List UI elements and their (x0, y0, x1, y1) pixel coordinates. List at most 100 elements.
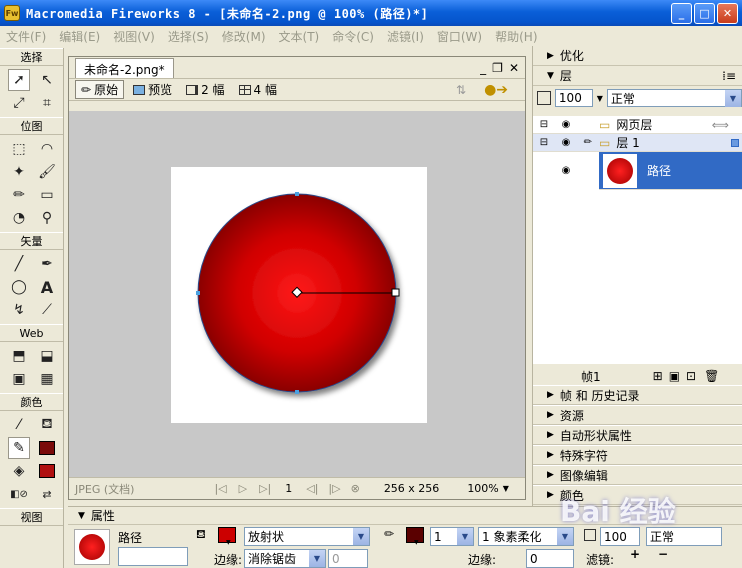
menu-select[interactable]: 选择(S) (168, 28, 209, 45)
optimize-panel-header[interactable]: ▶ 优化 (533, 46, 742, 66)
knife-tool-icon[interactable]: ⟋ (36, 299, 58, 321)
maximize-button[interactable]: □ (694, 3, 715, 24)
next-frame-icon[interactable]: |▷ (328, 482, 340, 495)
stroke-color-swatch[interactable] (36, 437, 58, 459)
new-layer-icon[interactable]: ⊡ (686, 369, 696, 383)
pen-tool-icon[interactable]: ✒ (36, 253, 58, 275)
subselect-tool-icon[interactable]: ↖ (36, 69, 58, 91)
menu-modify[interactable]: 修改(M) (222, 28, 266, 45)
doc-minimize-icon[interactable]: _ (480, 61, 486, 75)
stroke-size-field[interactable]: 1 ▼ (430, 527, 474, 546)
stroke-swatch-dropdown-icon[interactable]: ▼ (414, 539, 419, 546)
menu-view[interactable]: 视图(V) (113, 28, 155, 45)
add-mask-icon[interactable]: ▣ (669, 369, 680, 383)
prev-frame-icon[interactable]: ◁| (306, 482, 318, 495)
text-tool-icon[interactable]: A (36, 276, 58, 298)
stroke-color-icon[interactable]: ✎ (8, 437, 30, 459)
zoom-level[interactable]: 100% (467, 482, 498, 495)
fill-color-swatch[interactable] (36, 460, 58, 482)
pencil-icon[interactable]: ✏ (577, 137, 599, 148)
minimize-button[interactable]: _ (671, 3, 692, 24)
view-2up-button[interactable]: 2 幅 (181, 80, 229, 99)
path-point-bottom[interactable] (295, 390, 299, 394)
menu-file[interactable]: 文件(F) (6, 28, 46, 45)
swap-colors-icon[interactable]: ⇄ (36, 483, 58, 505)
doc-close-icon[interactable]: ✕ (509, 61, 519, 75)
menu-help[interactable]: 帮助(H) (495, 28, 537, 45)
loop-icon[interactable]: ⊗ (351, 482, 360, 495)
view-original-button[interactable]: ✏ 原始 (75, 80, 125, 99)
panel-frames-history[interactable]: ▶ 帧 和 历史记录 (533, 385, 742, 405)
panel-assets[interactable]: ▶ 资源 (533, 405, 742, 425)
layer-row-layer1[interactable]: ⊟ ◉ ✏ ▭ 层 1 (533, 134, 742, 152)
canvas-area[interactable] (69, 111, 525, 477)
view-preview-button[interactable]: 预览 (128, 80, 177, 99)
play-icon[interactable]: ▷ (239, 482, 247, 495)
eraser-tool-icon[interactable]: ▭ (36, 184, 58, 206)
new-folder-icon[interactable]: ⊞ (653, 369, 663, 383)
show-slices-icon[interactable]: ▦ (36, 368, 58, 390)
edge-amount-field[interactable]: 0 (328, 549, 368, 568)
marquee-tool-icon[interactable]: ⬚ (8, 138, 30, 160)
add-filter-icon[interactable]: + (630, 547, 640, 561)
panel-special-characters[interactable]: ▶ 特殊字符 (533, 445, 742, 465)
crop-tool-icon[interactable]: ⌗ (36, 92, 58, 114)
pointer-tool-icon[interactable]: ➚ (8, 69, 30, 91)
menu-filters[interactable]: 滤镜(I) (387, 28, 424, 45)
hotspot-tool-icon[interactable]: ⬒ (8, 345, 30, 367)
hide-slices-icon[interactable]: ▣ (8, 368, 30, 390)
doc-restore-icon[interactable]: ❐ (492, 61, 503, 75)
first-frame-icon[interactable]: |◁ (214, 482, 226, 495)
fill-color-icon[interactable]: ◈ (8, 460, 30, 482)
path-point-top[interactable] (295, 192, 299, 196)
pencil-tool-icon[interactable]: ✏ (8, 184, 30, 206)
menu-text[interactable]: 文本(T) (279, 28, 320, 45)
edge-select[interactable]: 消除锯齿 ▼ (244, 549, 326, 568)
eyedropper-tool-icon[interactable]: ⁄ (8, 414, 30, 436)
expand-toggle-icon[interactable]: ⊟ (533, 137, 555, 148)
panel-autoshape-properties[interactable]: ▶ 自动形状属性 (533, 425, 742, 445)
remove-filter-icon[interactable]: − (658, 547, 668, 561)
last-frame-icon[interactable]: ▷| (259, 482, 271, 495)
quick-export-icon[interactable]: ●➔ (484, 82, 508, 98)
default-colors-icon[interactable]: ◧⊘ (8, 483, 30, 505)
panel-options-icon[interactable]: ⁞≡ (722, 69, 736, 83)
slice-tool-icon[interactable]: ⬓ (36, 345, 58, 367)
menu-commands[interactable]: 命令(C) (332, 28, 374, 45)
canvas[interactable] (171, 167, 427, 423)
zoom-dropdown-icon[interactable]: ▼ (503, 484, 509, 493)
path-point-left[interactable] (196, 291, 200, 295)
view-4up-button[interactable]: 4 幅 (234, 80, 282, 99)
ellipse-tool-icon[interactable]: ◯ (8, 276, 30, 298)
menu-edit[interactable]: 编辑(E) (59, 28, 100, 45)
layer-row-path-object[interactable]: ◉ 路径 (533, 151, 742, 190)
gradient-end-handle[interactable] (391, 288, 400, 297)
paint-bucket-tool-icon[interactable]: ⛾ (36, 414, 58, 436)
stroke-edge-field[interactable]: 0 (526, 549, 574, 568)
fill-type-select[interactable]: 放射状 ▼ (244, 527, 370, 546)
trash-icon[interactable]: 🗑 (704, 369, 719, 383)
freeform-tool-icon[interactable]: ↯ (8, 299, 30, 321)
close-button[interactable]: ✕ (717, 3, 738, 24)
layer-row-web[interactable]: ⊟ ◉ ▭ 网页层 ⟺ (533, 116, 742, 134)
menu-window[interactable]: 窗口(W) (437, 28, 482, 45)
layer-blend-mode-select[interactable]: 正常 ▼ (606, 89, 742, 107)
export-icon[interactable]: ⇅ (456, 83, 466, 97)
lasso-tool-icon[interactable]: ◠ (36, 138, 58, 160)
rubber-stamp-tool-icon[interactable]: ⚲ (36, 207, 58, 229)
document-tab[interactable]: 未命名-2.png* (75, 57, 174, 78)
circle-artwork[interactable] (171, 167, 427, 423)
fill-swatch-dropdown-icon[interactable]: ▼ (226, 539, 231, 546)
object-name-field[interactable] (118, 547, 188, 566)
magic-wand-tool-icon[interactable]: ✦ (8, 161, 30, 183)
eye-icon[interactable]: ◉ (555, 151, 577, 190)
eye-icon[interactable]: ◉ (555, 119, 577, 130)
layer-opacity-field[interactable]: 100 (554, 89, 593, 107)
scale-tool-icon[interactable]: ⤢ (8, 92, 30, 114)
line-tool-icon[interactable]: ╱ (8, 253, 30, 275)
layers-panel-header[interactable]: ▼ 层 ⁞≡ (533, 66, 742, 86)
expand-toggle-icon[interactable]: ⊟ (533, 119, 555, 130)
eye-icon[interactable]: ◉ (555, 137, 577, 148)
opacity-dropdown-icon[interactable]: ▼ (597, 94, 603, 103)
blur-tool-icon[interactable]: ◔ (8, 207, 30, 229)
